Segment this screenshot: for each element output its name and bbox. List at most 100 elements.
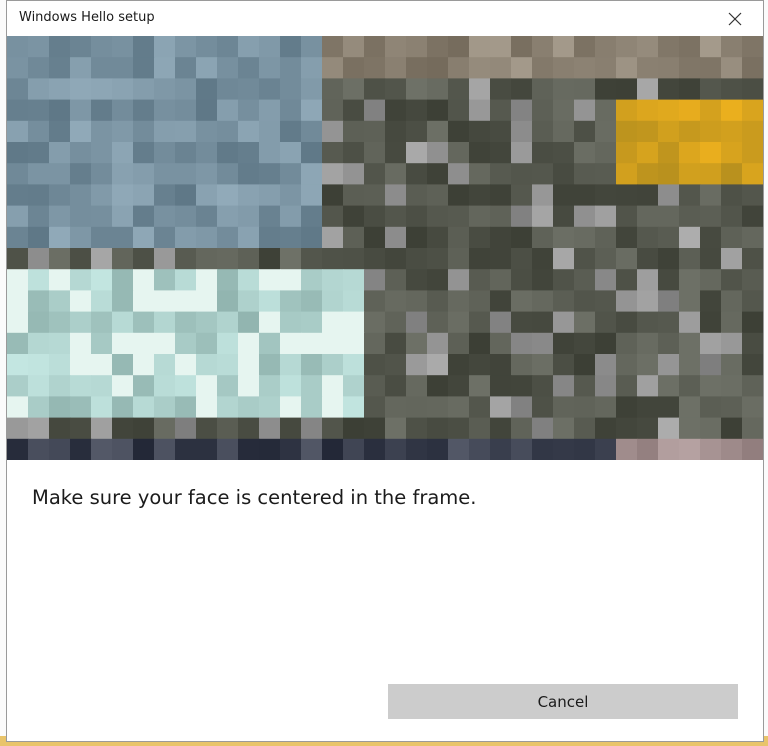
mosaic-pixel [49,57,71,79]
mosaic-pixel [511,99,533,122]
mosaic-pixel [511,375,533,397]
mosaic-pixel [196,396,218,419]
mosaic-pixel [721,438,743,460]
mosaic-pixel [427,78,449,101]
mosaic-pixel [112,163,134,185]
mosaic-pixel [175,36,197,58]
mosaic-pixel [70,57,92,79]
mosaic-pixel [532,332,554,355]
mosaic-pixel [259,184,281,207]
mosaic-pixel [532,78,554,101]
mosaic-pixel [616,290,638,313]
close-button[interactable] [715,3,755,35]
mosaic-pixel [595,205,617,228]
mosaic-pixel [721,36,743,58]
mosaic-pixel [406,438,428,460]
mosaic-pixel [427,354,449,376]
mosaic-pixel [280,78,302,101]
mosaic-pixel [322,396,344,419]
mosaic-pixel [175,311,197,334]
mosaic-pixel [679,226,701,249]
mosaic-pixel [301,438,323,460]
mosaic-pixel [259,332,281,355]
mosaic-pixel [238,311,260,334]
mosaic-pixel [553,332,575,355]
mosaic-pixel [511,57,533,79]
mosaic-pixel [406,417,428,440]
mosaic-pixel [322,184,344,207]
mosaic-pixel [154,332,176,355]
mosaic-pixel [28,205,50,228]
mosaic-pixel [574,78,596,101]
mosaic-pixel [448,269,470,291]
mosaic-pixel [469,142,491,164]
mosaic-pixel [70,354,92,376]
mosaic-pixel [175,78,197,101]
mosaic-pixel [658,396,680,419]
mosaic-pixel [280,205,302,228]
mosaic-pixel [133,311,155,334]
mosaic-pixel [70,142,92,164]
mosaic-pixel [658,163,680,185]
mosaic-pixel [217,163,239,185]
mosaic-pixel [133,354,155,376]
mosaic-pixel [637,248,659,270]
mosaic-pixel [427,375,449,397]
mosaic-pixel [490,311,512,334]
cancel-button[interactable]: Cancel [388,684,738,719]
mosaic-pixel [70,36,92,58]
mosaic-pixel [637,332,659,355]
mosaic-pixel [658,226,680,249]
mosaic-pixel [280,375,302,397]
mosaic-pixel [427,311,449,334]
mosaic-pixel [322,417,344,440]
mosaic-pixel [385,354,407,376]
mosaic-pixel [7,332,29,355]
mosaic-pixel [406,57,428,79]
mosaic-pixel [70,120,92,143]
mosaic-pixel [490,184,512,207]
mosaic-pixel [133,142,155,164]
mosaic-pixel [427,226,449,249]
mosaic-pixel [385,226,407,249]
mosaic-pixel [133,396,155,419]
mosaic-pixel [301,163,323,185]
mosaic-pixel [595,332,617,355]
mosaic-pixel [49,120,71,143]
mosaic-pixel [343,120,365,143]
mosaic-pixel [112,99,134,122]
mosaic-pixel [301,226,323,249]
mosaic-pixel [532,57,554,79]
mosaic-pixel [217,248,239,270]
mosaic-pixel [679,36,701,58]
mosaic-pixel [490,120,512,143]
mosaic-pixel [721,269,743,291]
mosaic-pixel [7,163,29,185]
mosaic-pixel [7,438,29,460]
mosaic-pixel [112,248,134,270]
mosaic-pixel [280,290,302,313]
mosaic-pixel [427,57,449,79]
mosaic-pixel [511,120,533,143]
mosaic-pixel [7,120,29,143]
mosaic-pixel [196,142,218,164]
mosaic-pixel [322,57,344,79]
mosaic-pixel [70,375,92,397]
mosaic-pixel [574,332,596,355]
mosaic-pixel [154,375,176,397]
mosaic-pixel [154,290,176,313]
mosaic-pixel [385,78,407,101]
mosaic-pixel [574,269,596,291]
mosaic-pixel [679,142,701,164]
mosaic-pixel [175,417,197,440]
mosaic-pixel [448,163,470,185]
mosaic-pixel [196,290,218,313]
mosaic-pixel [616,226,638,249]
mosaic-pixel [595,290,617,313]
mosaic-pixel [700,417,722,440]
mosaic-pixel [616,248,638,270]
mosaic-pixel [595,375,617,397]
mosaic-pixel [217,57,239,79]
mosaic-pixel [301,396,323,419]
mosaic-pixel [280,36,302,58]
